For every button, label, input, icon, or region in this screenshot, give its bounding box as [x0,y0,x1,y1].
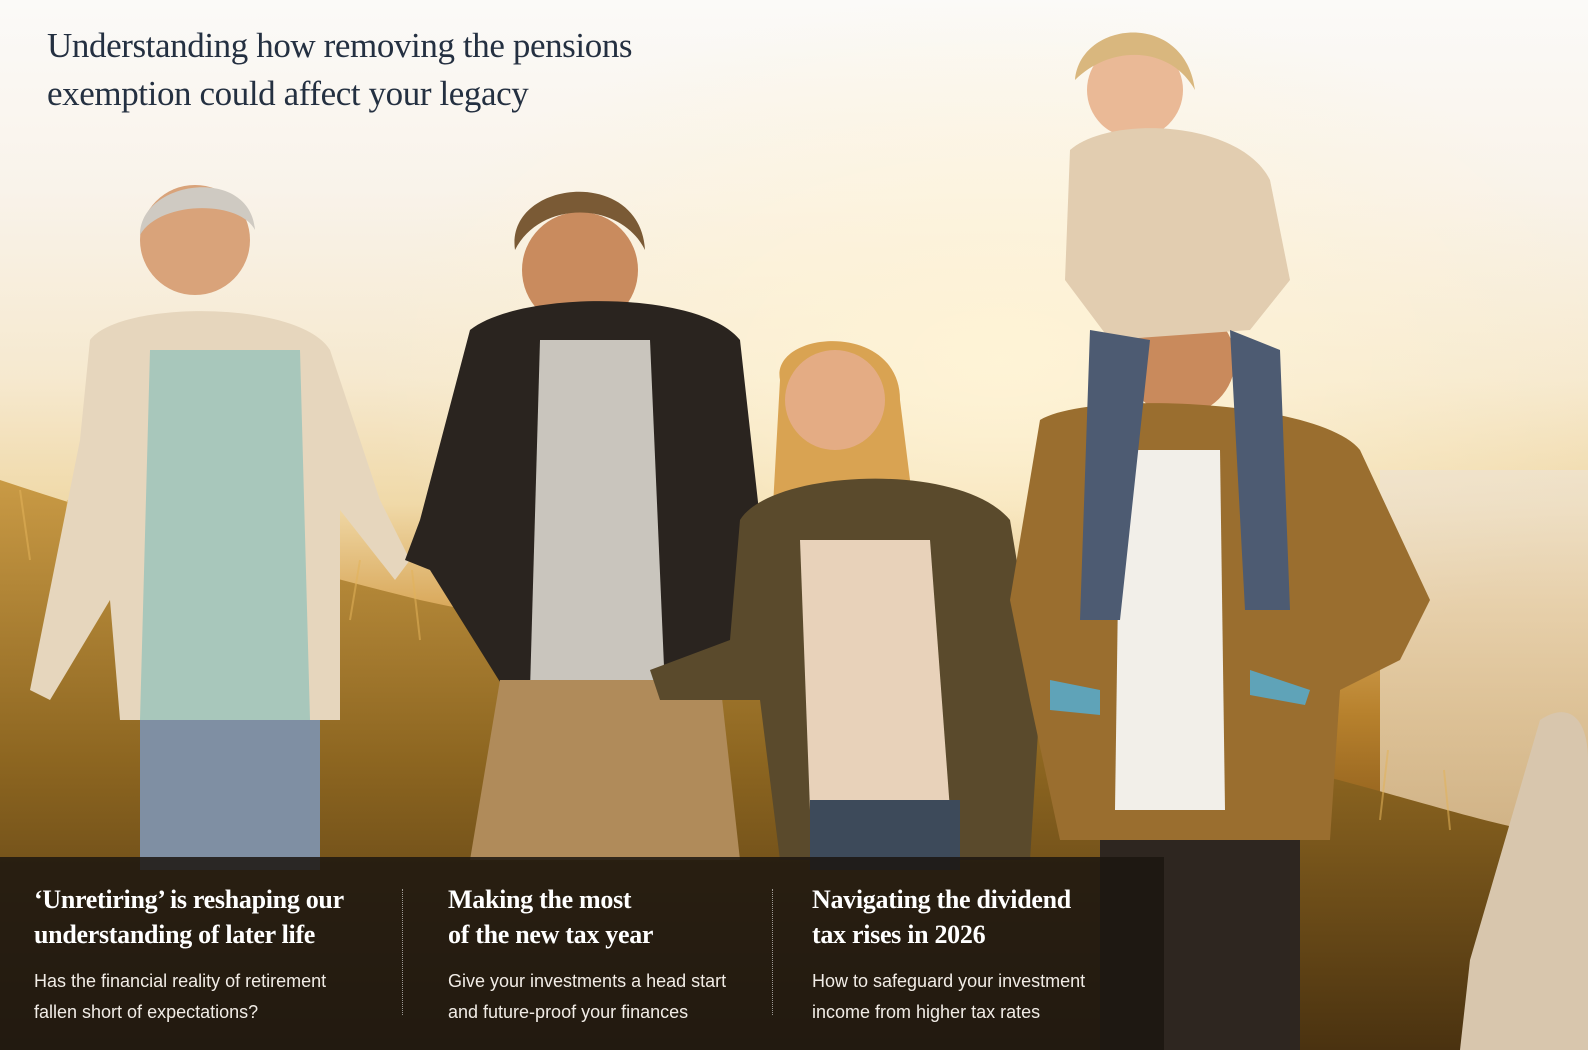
card-desc-line-1: Has the financial reality of retirement [34,971,327,991]
card-title-line-2: tax rises in 2026 [812,920,986,949]
article-card-dividend-tax[interactable]: Navigating the dividend tax rises in 202… [772,857,1164,1050]
card-desc-line-1: How to safeguard your investment [812,971,1086,991]
card-desc-line-2: income from higher tax rates [812,1002,1041,1022]
headline-line-2: exemption could affect your legacy [47,74,529,113]
card-divider [772,889,773,1015]
card-description: Give your investments a head start and f… [448,966,772,1028]
headline-line-1: Understanding how removing the pensions [47,26,633,65]
card-desc-line-1: Give your investments a head start [448,971,727,991]
card-title-line-1: Navigating the dividend [812,885,1071,914]
card-title-line-1: ‘Unretiring’ is reshaping our [34,885,344,914]
card-title[interactable]: ‘Unretiring’ is reshaping our understand… [34,882,402,952]
article-card-new-tax-year[interactable]: Making the most of the new tax year Give… [402,857,772,1050]
article-cards-strip: ‘Unretiring’ is reshaping our understand… [0,857,1164,1050]
card-title-line-2: of the new tax year [448,920,654,949]
card-title-line-2: understanding of later life [34,920,316,949]
card-title[interactable]: Navigating the dividend tax rises in 202… [812,882,1164,952]
card-title[interactable]: Making the most of the new tax year [448,882,772,952]
card-title-line-1: Making the most [448,885,632,914]
card-description: How to safeguard your investment income … [812,966,1164,1028]
card-divider [402,889,403,1015]
card-description: Has the financial reality of retirement … [34,966,402,1028]
page-headline: Understanding how removing the pensions … [47,22,633,118]
article-card-unretiring[interactable]: ‘Unretiring’ is reshaping our understand… [0,857,402,1050]
card-desc-line-2: and future-proof your finances [448,1002,689,1022]
card-desc-line-2: fallen short of expectations? [34,1002,259,1022]
